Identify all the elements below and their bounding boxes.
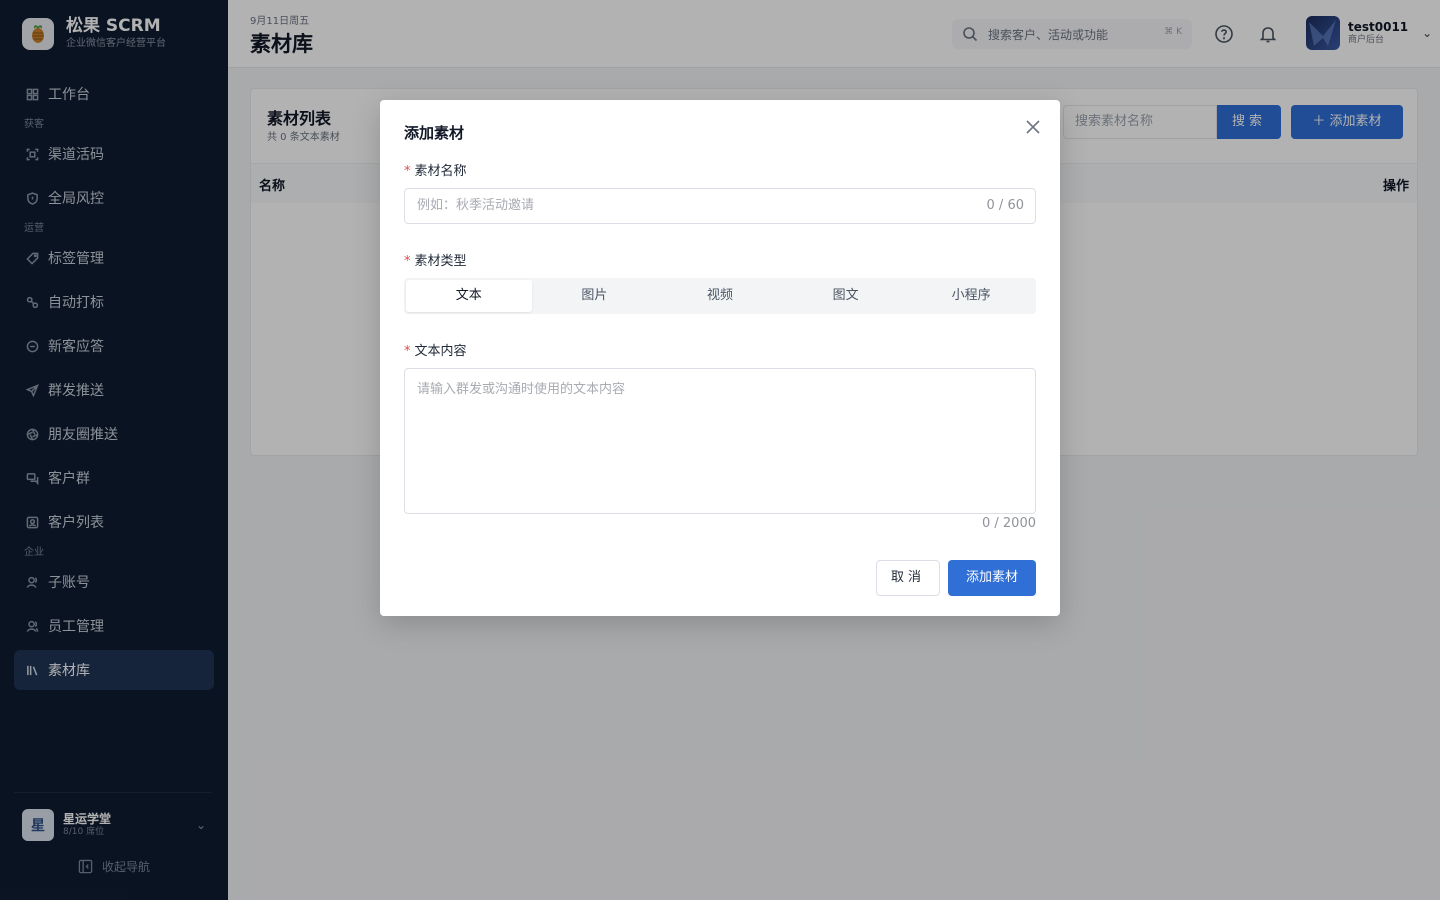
material-name-placeholder: 例如：秋季活动邀请 (417, 198, 535, 213)
material-type-label-text: 素材类型 (414, 254, 467, 269)
close-icon[interactable] (1024, 118, 1044, 138)
material-name-label: * 素材名称 (404, 160, 467, 179)
type-option[interactable]: 文本 (406, 280, 532, 312)
type-option[interactable]: 图片 (532, 280, 658, 312)
material-name-counter: 0 / 60 (986, 198, 1024, 213)
material-name-label-text: 素材名称 (414, 164, 467, 179)
type-option[interactable]: 视频 (657, 280, 783, 312)
text-content-counter: 0 / 2000 (982, 516, 1036, 531)
text-content-textarea[interactable]: 请输入群发或沟通时使用的文本内容 (404, 368, 1036, 514)
submit-add-material-button[interactable]: 添加素材 (948, 560, 1036, 596)
text-content-label: * 文本内容 (404, 340, 467, 359)
type-option[interactable]: 图文 (783, 280, 909, 312)
required-mark: * (404, 344, 411, 359)
dialog-title: 添加素材 (404, 124, 465, 142)
material-type-selector: 文本 图片 视频 图文 小程序 (404, 278, 1036, 314)
cancel-button[interactable]: 取消 (876, 560, 940, 596)
text-content-label-text: 文本内容 (414, 344, 467, 359)
type-option[interactable]: 小程序 (908, 280, 1034, 312)
required-mark: * (404, 164, 411, 179)
required-mark: * (404, 254, 411, 269)
material-name-input[interactable]: 例如：秋季活动邀请 0 / 60 (404, 188, 1036, 224)
material-type-label: * 素材类型 (404, 250, 467, 269)
add-material-dialog: 添加素材 * 素材名称 例如：秋季活动邀请 0 / 60 * 素材类型 文本 图片 视频… (380, 100, 1060, 616)
text-content-placeholder: 请输入群发或沟通时使用的文本内容 (417, 382, 626, 397)
